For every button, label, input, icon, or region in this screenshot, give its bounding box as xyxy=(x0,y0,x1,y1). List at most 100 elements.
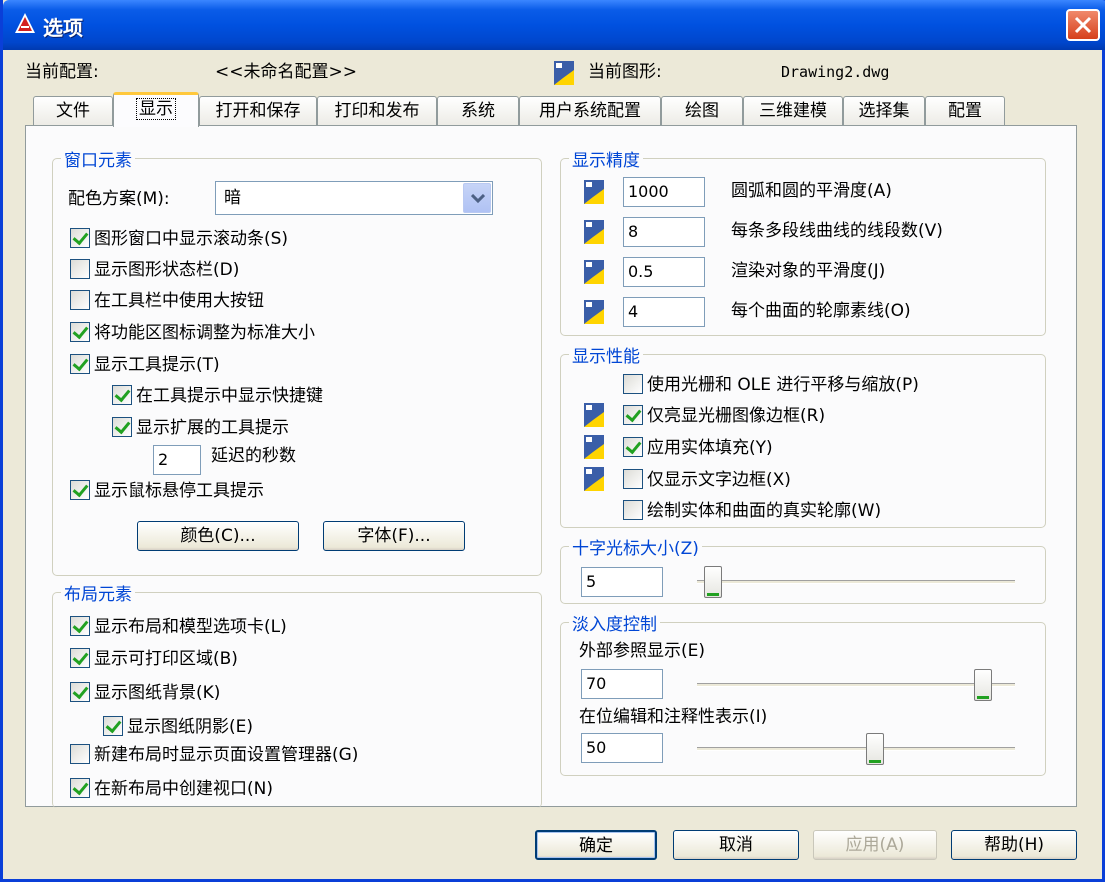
checkbox-unchecked[interactable] xyxy=(623,500,643,520)
checkbox-unchecked[interactable] xyxy=(70,259,90,279)
xref-fade-input[interactable]: 70 xyxy=(581,669,663,699)
fade-control-group: 淡入度控制 外部参照显示(E) 70 在位编辑和注释性表示(I) 50 xyxy=(560,610,1046,776)
tab-plot-publish[interactable]: 打印和发布 xyxy=(317,96,437,126)
drawing-icon xyxy=(584,180,604,204)
option-layout-model-tabs[interactable]: 显示布局和模型选项卡(L) xyxy=(70,615,287,639)
display-resolution-title: 显示精度 xyxy=(569,146,643,171)
color-scheme-label: 配色方案(M): xyxy=(68,189,170,209)
crosshair-slider-track[interactable] xyxy=(697,580,1015,584)
window-elements-group: 窗口元素 配色方案(M): 暗 图形窗口中显示滚动条(S) 显示图形状态栏(D)… xyxy=(52,146,542,576)
xref-slider-thumb[interactable] xyxy=(974,669,993,701)
xref-slider-track[interactable] xyxy=(697,683,1015,687)
apply-button[interactable]: 应用(A) xyxy=(813,830,937,860)
contour-lines-label: 每个曲面的轮廓素线(O) xyxy=(731,301,911,321)
checkbox-checked[interactable] xyxy=(112,417,132,437)
display-tab-panel: 窗口元素 配色方案(M): 暗 图形窗口中显示滚动条(S) 显示图形状态栏(D)… xyxy=(25,125,1077,808)
xref-display-label: 外部参照显示(E) xyxy=(579,641,706,661)
checkbox-checked[interactable] xyxy=(623,405,643,425)
layout-elements-group: 布局元素 显示布局和模型选项卡(L) 显示可打印区域(B) 显示图纸背景(K) … xyxy=(52,580,542,808)
inplace-slider-track[interactable] xyxy=(697,747,1015,751)
current-profile-value: <<未命名配置>> xyxy=(215,62,357,82)
option-show-tooltips[interactable]: 显示工具提示(T) xyxy=(70,353,220,377)
drawing-icon xyxy=(584,300,604,324)
arc-smoothness-input[interactable]: 1000 xyxy=(623,177,705,207)
fonts-button[interactable]: 字体(F)... xyxy=(323,521,465,551)
option-scrollbars[interactable]: 图形窗口中显示滚动条(S) xyxy=(70,227,288,251)
checkbox-unchecked[interactable] xyxy=(623,469,643,489)
option-page-setup-manager[interactable]: 新建布局时显示页面设置管理器(G) xyxy=(70,743,358,767)
checkbox-checked[interactable] xyxy=(70,648,90,668)
current-drawing-value: Drawing2.dwg xyxy=(781,63,890,81)
tab-profiles[interactable]: 配置 xyxy=(925,96,1005,126)
layout-elements-title: 布局元素 xyxy=(61,580,135,605)
checkbox-unchecked[interactable] xyxy=(623,374,643,394)
colors-button[interactable]: 颜色(C)... xyxy=(137,521,299,551)
display-performance-title: 显示性能 xyxy=(569,342,643,367)
checkbox-checked[interactable] xyxy=(70,778,90,798)
drawing-icon xyxy=(584,467,604,491)
checkbox-checked[interactable] xyxy=(70,480,90,500)
title-bar[interactable]: 选项 xyxy=(3,0,1105,50)
chevron-down-icon xyxy=(471,194,485,204)
checkbox-checked[interactable] xyxy=(70,682,90,702)
checkbox-unchecked[interactable] xyxy=(70,744,90,764)
inplace-fade-input[interactable]: 50 xyxy=(581,733,663,763)
crosshair-size-group: 十字光标大小(Z) 5 xyxy=(560,534,1046,604)
tab-drafting[interactable]: 绘图 xyxy=(661,96,743,126)
option-create-viewport[interactable]: 在新布局中创建视口(N) xyxy=(70,777,273,801)
option-tooltip-shortcuts[interactable]: 在工具提示中显示快捷键 xyxy=(112,384,323,408)
option-paper-shadow[interactable]: 显示图纸阴影(E) xyxy=(103,715,253,739)
tab-selection[interactable]: 选择集 xyxy=(843,96,925,126)
option-rollover-tooltips[interactable]: 显示鼠标悬停工具提示 xyxy=(70,479,264,503)
close-button[interactable] xyxy=(1066,9,1100,41)
display-performance-group: 显示性能 使用光栅和 OLE 进行平移与缩放(P) 仅亮显光栅图像边框(R) 应… xyxy=(560,342,1046,528)
option-ribbon-icons[interactable]: 将功能区图标调整为标准大小 xyxy=(70,321,315,345)
checkbox-unchecked[interactable] xyxy=(70,290,90,310)
arc-smoothness-label: 圆弧和圆的平滑度(A) xyxy=(731,181,892,201)
checkbox-checked[interactable] xyxy=(623,437,643,457)
drawing-icon xyxy=(584,220,604,244)
options-dialog: 选项 当前配置: <<未命名配置>> 当前图形: Drawing2.dwg 文件… xyxy=(0,0,1105,882)
option-highlight-raster-frame[interactable]: 仅亮显光栅图像边框(R) xyxy=(623,404,825,428)
drawing-icon xyxy=(584,260,604,284)
option-large-buttons[interactable]: 在工具栏中使用大按钮 xyxy=(70,289,264,313)
cancel-button[interactable]: 取消 xyxy=(673,830,799,860)
option-solid-fill[interactable]: 应用实体填充(Y) xyxy=(623,436,773,460)
dropdown-button[interactable] xyxy=(463,183,491,213)
checkbox-checked[interactable] xyxy=(70,228,90,248)
checkbox-checked[interactable] xyxy=(70,354,90,374)
option-text-boundary[interactable]: 仅显示文字边框(X) xyxy=(623,468,791,492)
drawing-icon xyxy=(554,61,574,85)
crosshair-slider-thumb[interactable] xyxy=(703,566,722,598)
crosshair-size-input[interactable]: 5 xyxy=(581,567,663,597)
tab-open-save[interactable]: 打开和保存 xyxy=(199,96,317,126)
tab-user-preferences[interactable]: 用户系统配置 xyxy=(519,96,661,126)
option-extended-tooltips[interactable]: 显示扩展的工具提示 xyxy=(112,416,289,440)
drawing-icon xyxy=(584,435,604,459)
contour-lines-input[interactable]: 4 xyxy=(623,297,705,327)
option-paper-background[interactable]: 显示图纸背景(K) xyxy=(70,681,220,705)
tab-3d-modeling[interactable]: 三维建模 xyxy=(743,96,843,126)
color-scheme-select[interactable]: 暗 xyxy=(215,181,493,215)
checkbox-checked[interactable] xyxy=(70,322,90,342)
polyline-segments-input[interactable]: 8 xyxy=(623,217,705,247)
option-true-silhouettes[interactable]: 绘制实体和曲面的真实轮廓(W) xyxy=(623,499,881,523)
ok-button[interactable]: 确定 xyxy=(535,830,657,860)
tab-files[interactable]: 文件 xyxy=(33,96,113,126)
render-smoothness-label: 渲染对象的平滑度(J) xyxy=(731,261,886,281)
inplace-slider-thumb[interactable] xyxy=(866,733,885,765)
option-raster-ole-pan[interactable]: 使用光栅和 OLE 进行平移与缩放(P) xyxy=(623,373,919,397)
current-drawing-label: 当前图形: xyxy=(588,62,662,82)
checkbox-checked[interactable] xyxy=(103,716,123,736)
delay-seconds-input[interactable]: 2 xyxy=(153,445,201,475)
close-icon xyxy=(1074,16,1092,34)
render-smoothness-input[interactable]: 0.5 xyxy=(623,257,705,287)
tab-display[interactable]: 显示 xyxy=(113,92,199,127)
option-printable-area[interactable]: 显示可打印区域(B) xyxy=(70,647,238,671)
tab-system[interactable]: 系统 xyxy=(437,96,519,126)
checkbox-checked[interactable] xyxy=(70,616,90,636)
checkbox-checked[interactable] xyxy=(112,385,132,405)
display-resolution-group: 显示精度 1000 圆弧和圆的平滑度(A) 8 每条多段线曲线的线段数(V) 0… xyxy=(560,146,1046,336)
help-button[interactable]: 帮助(H) xyxy=(951,830,1077,860)
option-drawing-status-bar[interactable]: 显示图形状态栏(D) xyxy=(70,258,239,282)
